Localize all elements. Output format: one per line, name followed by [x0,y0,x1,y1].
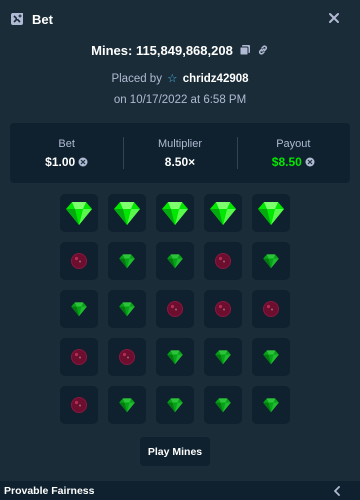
stat-multiplier: Multiplier 8.50× [123,123,236,183]
close-icon[interactable] [326,10,342,26]
gem-icon [167,254,183,269]
mine-tile [252,338,290,376]
mine-tile [204,338,242,376]
mine-tile [156,386,194,424]
mine-tile [108,194,146,232]
placed-by-label: Placed by [111,73,162,85]
gem-icon [162,202,188,225]
provable-fairness-toggle[interactable]: Provable Fairness [0,481,360,500]
mine-tile [60,290,98,328]
chevron-left-icon [334,486,340,496]
placed-by-line: Placed by ☆ chridz42908 [0,71,360,85]
mine-tile [156,338,194,376]
stat-bet-value: $1.00 [45,155,88,169]
link-icon[interactable] [257,44,269,56]
mine-tile [156,242,194,280]
modal-title: Bet [32,11,53,27]
mine-tile [60,242,98,280]
currency-icon [305,157,315,166]
stat-multiplier-label: Multiplier [157,137,202,150]
mine-tile [204,242,242,280]
bet-slip-icon [11,13,23,25]
bet-title: Mines: 115,849,868,208 [91,42,233,58]
mine-tile [60,386,98,424]
gem-icon [119,302,135,317]
gem-icon [210,202,236,225]
stat-bet: Bet $1.00 [10,123,123,183]
vip-star-icon: ☆ [167,73,178,85]
gem-icon [215,350,231,365]
mine-tile [252,242,290,280]
mine-tile [252,386,290,424]
gem-icon [167,350,183,365]
stat-multiplier-value: 8.50× [164,154,196,169]
bet-stats-panel: Bet $1.00 Multiplier 8.50× Payout $8.50 [10,123,350,183]
copy-icon[interactable] [239,44,251,56]
stat-payout-label: Payout [276,137,311,150]
mine-icon [71,397,87,413]
mine-icon [71,253,87,269]
username-link[interactable]: chridz42908 [183,73,249,85]
mine-icon [167,301,183,317]
stat-payout: Payout $8.50 [236,123,350,183]
stat-payout-value: $8.50 [272,155,315,169]
gem-icon [167,398,183,413]
gem-icon [263,350,279,365]
modal-header: Bet [0,0,360,38]
gem-icon [66,202,92,225]
mine-tile [252,194,290,232]
stat-bet-amount: $1.00 [45,154,76,169]
gem-icon [258,202,284,225]
gem-icon [119,398,135,413]
currency-icon [78,157,88,166]
stat-bet-label: Bet [58,137,75,150]
mine-icon [71,349,87,365]
mine-icon [119,349,135,365]
mine-icon [263,301,279,317]
bet-date: on 10/17/2022 at 6:58 PM [113,94,247,106]
gem-icon [215,398,231,413]
mine-tile [108,338,146,376]
mine-tile [204,386,242,424]
provable-fairness-label: Provable Fairness [4,484,95,497]
mine-tile [108,386,146,424]
mine-tile [204,194,242,232]
mines-grid [60,194,290,424]
gem-icon [119,254,135,269]
mine-tile [156,290,194,328]
mine-tile [108,290,146,328]
mine-icon [215,301,231,317]
play-mines-button[interactable]: Play Mines [140,437,210,466]
mine-icon [215,253,231,269]
mine-tile [156,194,194,232]
gem-icon [114,202,140,225]
mine-tile [60,338,98,376]
mine-tile [108,242,146,280]
gem-icon [263,254,279,269]
gem-icon [71,302,87,317]
mine-tile [204,290,242,328]
mine-tile [60,194,98,232]
mine-tile [252,290,290,328]
bet-title-row: Mines: 115,849,868,208 [0,40,360,60]
stat-payout-amount: $8.50 [271,154,302,169]
gem-icon [263,398,279,413]
